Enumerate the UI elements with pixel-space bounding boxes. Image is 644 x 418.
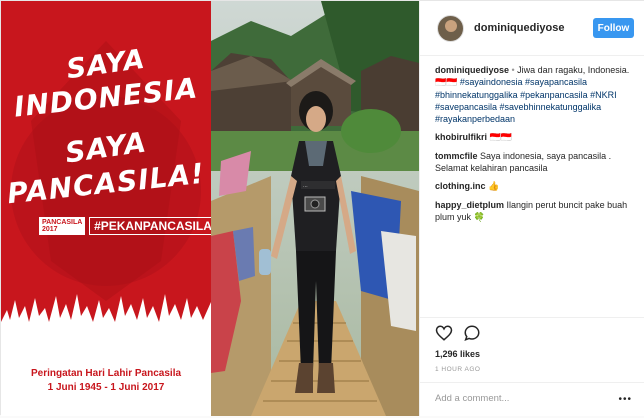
poster-hashtag: #PEKANPANCASILA (89, 217, 211, 235)
year-badge: PANCASILA 2017 (39, 217, 86, 235)
comment: khobirulfikri 🇮🇩🇮🇩 (435, 131, 640, 143)
comment: happy_dietplum Ilangin perut buncit pake… (435, 199, 640, 224)
svg-text:...: ... (303, 183, 308, 189)
pancasila-poster-image: SAYA INDONESIA SAYA PANCASILA! PANCASILA… (1, 1, 211, 416)
follow-button[interactable]: Follow (593, 18, 634, 38)
poster-tag-row: PANCASILA 2017 #PEKANPANCASILA (39, 217, 211, 235)
comment-username[interactable]: happy_dietplum (435, 200, 504, 210)
post-header: dominiquediyose Follow (420, 1, 644, 56)
crowd-silhouette (1, 294, 211, 338)
post-photo[interactable]: ... (211, 1, 419, 416)
caption-hashtags[interactable]: 🇮🇩🇮🇩 #sayaindonesia #sayapancasila #bhin… (435, 77, 617, 124)
woman-on-bridge-photo: ... (211, 1, 419, 416)
comment-text: 🇮🇩🇮🇩 (487, 132, 512, 143)
comment-username[interactable]: khobirulfikri (435, 132, 487, 142)
poster-caption-line-2: 1 Juni 1945 - 1 Juni 2017 (47, 382, 165, 393)
poster-caption-line-1: Peringatan Hari Lahir Pancasila (30, 368, 182, 379)
add-comment-bar: Add a comment... ••• (420, 382, 644, 418)
poster-headline: SAYA INDONESIA SAYA PANCASILA! (1, 41, 211, 211)
post-timestamp: 1 HOUR AGO (435, 366, 481, 373)
comment-text: 👍 (485, 181, 500, 192)
avatar[interactable] (437, 15, 464, 42)
comment: clothing.inc 👍 (435, 180, 640, 192)
heart-icon[interactable] (435, 324, 453, 342)
comment-username[interactable]: dominiquediyose (435, 65, 509, 75)
more-options-icon[interactable]: ••• (618, 394, 632, 405)
header-username[interactable]: dominiquediyose (474, 22, 564, 34)
add-comment-input[interactable]: Add a comment... (435, 393, 509, 404)
post-sidebar: dominiquediyose Follow dominiquediyose •… (419, 1, 644, 416)
comment-username[interactable]: clothing.inc (435, 181, 486, 191)
comment-icon[interactable] (463, 324, 481, 342)
post-actions: 1,296 likes 1 HOUR AGO Add a comment... … (420, 317, 644, 417)
instagram-post: SAYA INDONESIA SAYA PANCASILA! PANCASILA… (0, 0, 644, 416)
comment-username[interactable]: tommcfile (435, 151, 478, 161)
comments-list: dominiquediyose • Jiwa dan ragaku, Indon… (435, 64, 640, 229)
caption-comment: dominiquediyose • Jiwa dan ragaku, Indon… (435, 64, 640, 125)
comment-text: Jiwa dan ragaku, Indonesia. (514, 65, 630, 75)
likes-count[interactable]: 1,296 likes (435, 349, 480, 359)
comment: tommcfile Saya indonesia, saya pancasila… (435, 150, 640, 175)
